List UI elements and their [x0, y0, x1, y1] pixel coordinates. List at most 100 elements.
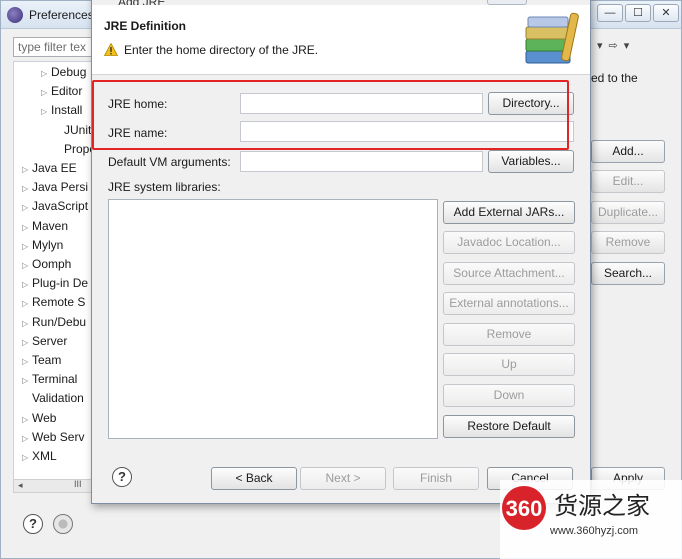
- expand-arrow-icon[interactable]: ▷: [22, 160, 32, 179]
- nav-arrows[interactable]: ▾⇨▾: [597, 39, 635, 52]
- expand-arrow-icon[interactable]: ▷: [41, 64, 51, 83]
- preferences-tree[interactable]: ▷ Debug ▷ Editor ▷ Install JUnit Prope ▷ Java EE ▷…: [13, 61, 95, 489]
- variables-button[interactable]: Variables...: [488, 150, 574, 173]
- help-icon[interactable]: ?: [23, 514, 43, 534]
- finish-button[interactable]: Finish: [393, 467, 479, 490]
- tree-item[interactable]: ▷ Install: [41, 101, 82, 120]
- scroll-grip[interactable]: III: [74, 479, 82, 489]
- tree-item-label: Maven: [32, 218, 69, 233]
- tree-item[interactable]: ▷ JavaScript: [22, 197, 88, 216]
- tree-item-label: XML: [32, 449, 57, 463]
- expand-arrow-icon[interactable]: ▷: [41, 83, 51, 102]
- back-button[interactable]: < Back: [211, 467, 297, 490]
- external-annotations-button[interactable]: External annotations...: [443, 292, 575, 315]
- down-button[interactable]: Down: [443, 384, 575, 407]
- header-title: JRE Definition: [104, 19, 187, 33]
- expand-arrow-icon[interactable]: ▷: [22, 198, 32, 217]
- expand-arrow-icon[interactable]: ▷: [41, 102, 51, 121]
- watermark-name: 货源之家: [554, 492, 650, 520]
- expand-arrow-icon[interactable]: ▷: [22, 218, 32, 237]
- up-button[interactable]: Up: [443, 353, 575, 376]
- tree-item[interactable]: ▷ Web Serv: [22, 428, 84, 447]
- tree-horizontal-scrollbar[interactable]: ◂ III: [13, 479, 95, 493]
- javadoc-location-button[interactable]: Javadoc Location...: [443, 231, 575, 254]
- tree-item[interactable]: ▷ Remote S: [22, 293, 85, 312]
- tree-item[interactable]: Validation: [22, 389, 84, 408]
- remove-library-button[interactable]: Remove: [443, 323, 575, 346]
- expand-arrow-icon[interactable]: ▷: [22, 352, 32, 371]
- import-export-icon[interactable]: [53, 514, 73, 534]
- tree-item-label: Java Persi: [32, 180, 89, 195]
- tree-item[interactable]: Prope: [54, 140, 94, 159]
- tree-item[interactable]: ▷ Java Persi: [22, 178, 88, 197]
- jre-name-input[interactable]: [240, 121, 574, 142]
- tree-item-label: Server: [32, 333, 68, 348]
- restore-default-button[interactable]: Restore Default: [443, 415, 575, 438]
- tree-item[interactable]: ▷ Team: [22, 351, 61, 370]
- watermark-url: www.360hyzj.com: [549, 525, 638, 537]
- tree-item[interactable]: ▷ Editor: [41, 82, 82, 101]
- tree-item[interactable]: ▷ Java EE: [22, 159, 77, 178]
- tree-item-label: Install: [51, 103, 83, 118]
- tree-item[interactable]: ▷ Run/Debu: [22, 313, 86, 332]
- back-nav-icon[interactable]: ▾: [597, 40, 609, 52]
- search-button[interactable]: Search...: [591, 262, 665, 285]
- tree-item[interactable]: ▷ Debug: [41, 63, 86, 82]
- jre-books-icon: [525, 12, 579, 64]
- tree-item[interactable]: ▷ Oomph: [22, 255, 71, 274]
- expand-arrow-icon[interactable]: ▷: [22, 429, 32, 448]
- expand-arrow-icon[interactable]: ▷: [22, 294, 32, 313]
- tree-item-label: Web Serv: [32, 429, 85, 444]
- preferences-title: Preferences: [29, 8, 94, 22]
- source-attachment-button[interactable]: Source Attachment...: [443, 262, 575, 285]
- expand-arrow-icon[interactable]: ▷: [22, 275, 32, 294]
- expand-arrow-icon[interactable]: ▷: [22, 179, 32, 198]
- tree-item-label: JavaScript: [32, 199, 89, 214]
- libraries-list[interactable]: [108, 199, 438, 439]
- tree-item-label: Terminal: [32, 372, 78, 387]
- jre-home-input[interactable]: [240, 93, 483, 114]
- minimize-button[interactable]: —: [597, 4, 623, 22]
- tree-item-label: Java EE: [32, 161, 77, 175]
- description-text: ed to the: [591, 71, 638, 85]
- filter-input[interactable]: type filter tex: [13, 37, 95, 57]
- remove-jre-button[interactable]: Remove: [591, 231, 665, 254]
- tree-item[interactable]: ▷ Mylyn: [22, 236, 63, 255]
- add-external-jars-button[interactable]: Add External JARs...: [443, 201, 575, 224]
- maximize-button[interactable]: ☐: [625, 4, 651, 22]
- close-window-button[interactable]: ✕: [653, 4, 679, 22]
- next-button[interactable]: Next >: [300, 467, 386, 490]
- scroll-left-icon[interactable]: ◂: [18, 480, 23, 491]
- jre-name-label: JRE name:: [108, 126, 168, 140]
- tree-item[interactable]: ▷ Maven: [22, 217, 68, 236]
- menu-dropdown-icon[interactable]: ▾: [624, 40, 636, 52]
- expand-arrow-icon[interactable]: ▷: [22, 256, 32, 275]
- expand-arrow-icon[interactable]: ▷: [22, 314, 32, 333]
- tree-item[interactable]: ▷ XML: [22, 447, 57, 466]
- warning-icon: [104, 43, 118, 56]
- vm-arguments-label: Default VM arguments:: [108, 155, 231, 169]
- vm-arguments-input[interactable]: [240, 151, 483, 172]
- duplicate-button[interactable]: Duplicate...: [591, 201, 665, 224]
- expand-arrow-icon[interactable]: ▷: [22, 333, 32, 352]
- tree-item-label: Plug-in De: [32, 276, 89, 291]
- tree-item[interactable]: ▷ Terminal: [22, 370, 77, 389]
- dialog-header: JRE Definition Enter the home directory …: [92, 5, 590, 75]
- libraries-label: JRE system libraries:: [108, 180, 221, 194]
- forward-nav-icon[interactable]: ⇨: [609, 40, 624, 52]
- directory-button[interactable]: Directory...: [488, 92, 574, 115]
- tree-item-label: JUnit: [64, 122, 92, 137]
- tree-item[interactable]: JUnit: [54, 121, 91, 140]
- tree-item[interactable]: ▷ Plug-in De: [22, 274, 88, 293]
- expand-arrow-icon[interactable]: ▷: [22, 410, 32, 429]
- edit-button[interactable]: Edit...: [591, 170, 665, 193]
- expand-arrow-icon[interactable]: ▷: [22, 237, 32, 256]
- tree-item[interactable]: ▷ Server: [22, 332, 67, 351]
- expand-arrow-icon[interactable]: ▷: [22, 448, 32, 467]
- tree-item-label: Remote S: [32, 295, 86, 310]
- tree-item[interactable]: ▷ Web: [22, 409, 56, 428]
- add-button[interactable]: Add...: [591, 140, 665, 163]
- dialog-help-icon[interactable]: ?: [112, 467, 132, 487]
- header-message: Enter the home directory of the JRE.: [124, 43, 319, 57]
- expand-arrow-icon[interactable]: ▷: [22, 371, 32, 390]
